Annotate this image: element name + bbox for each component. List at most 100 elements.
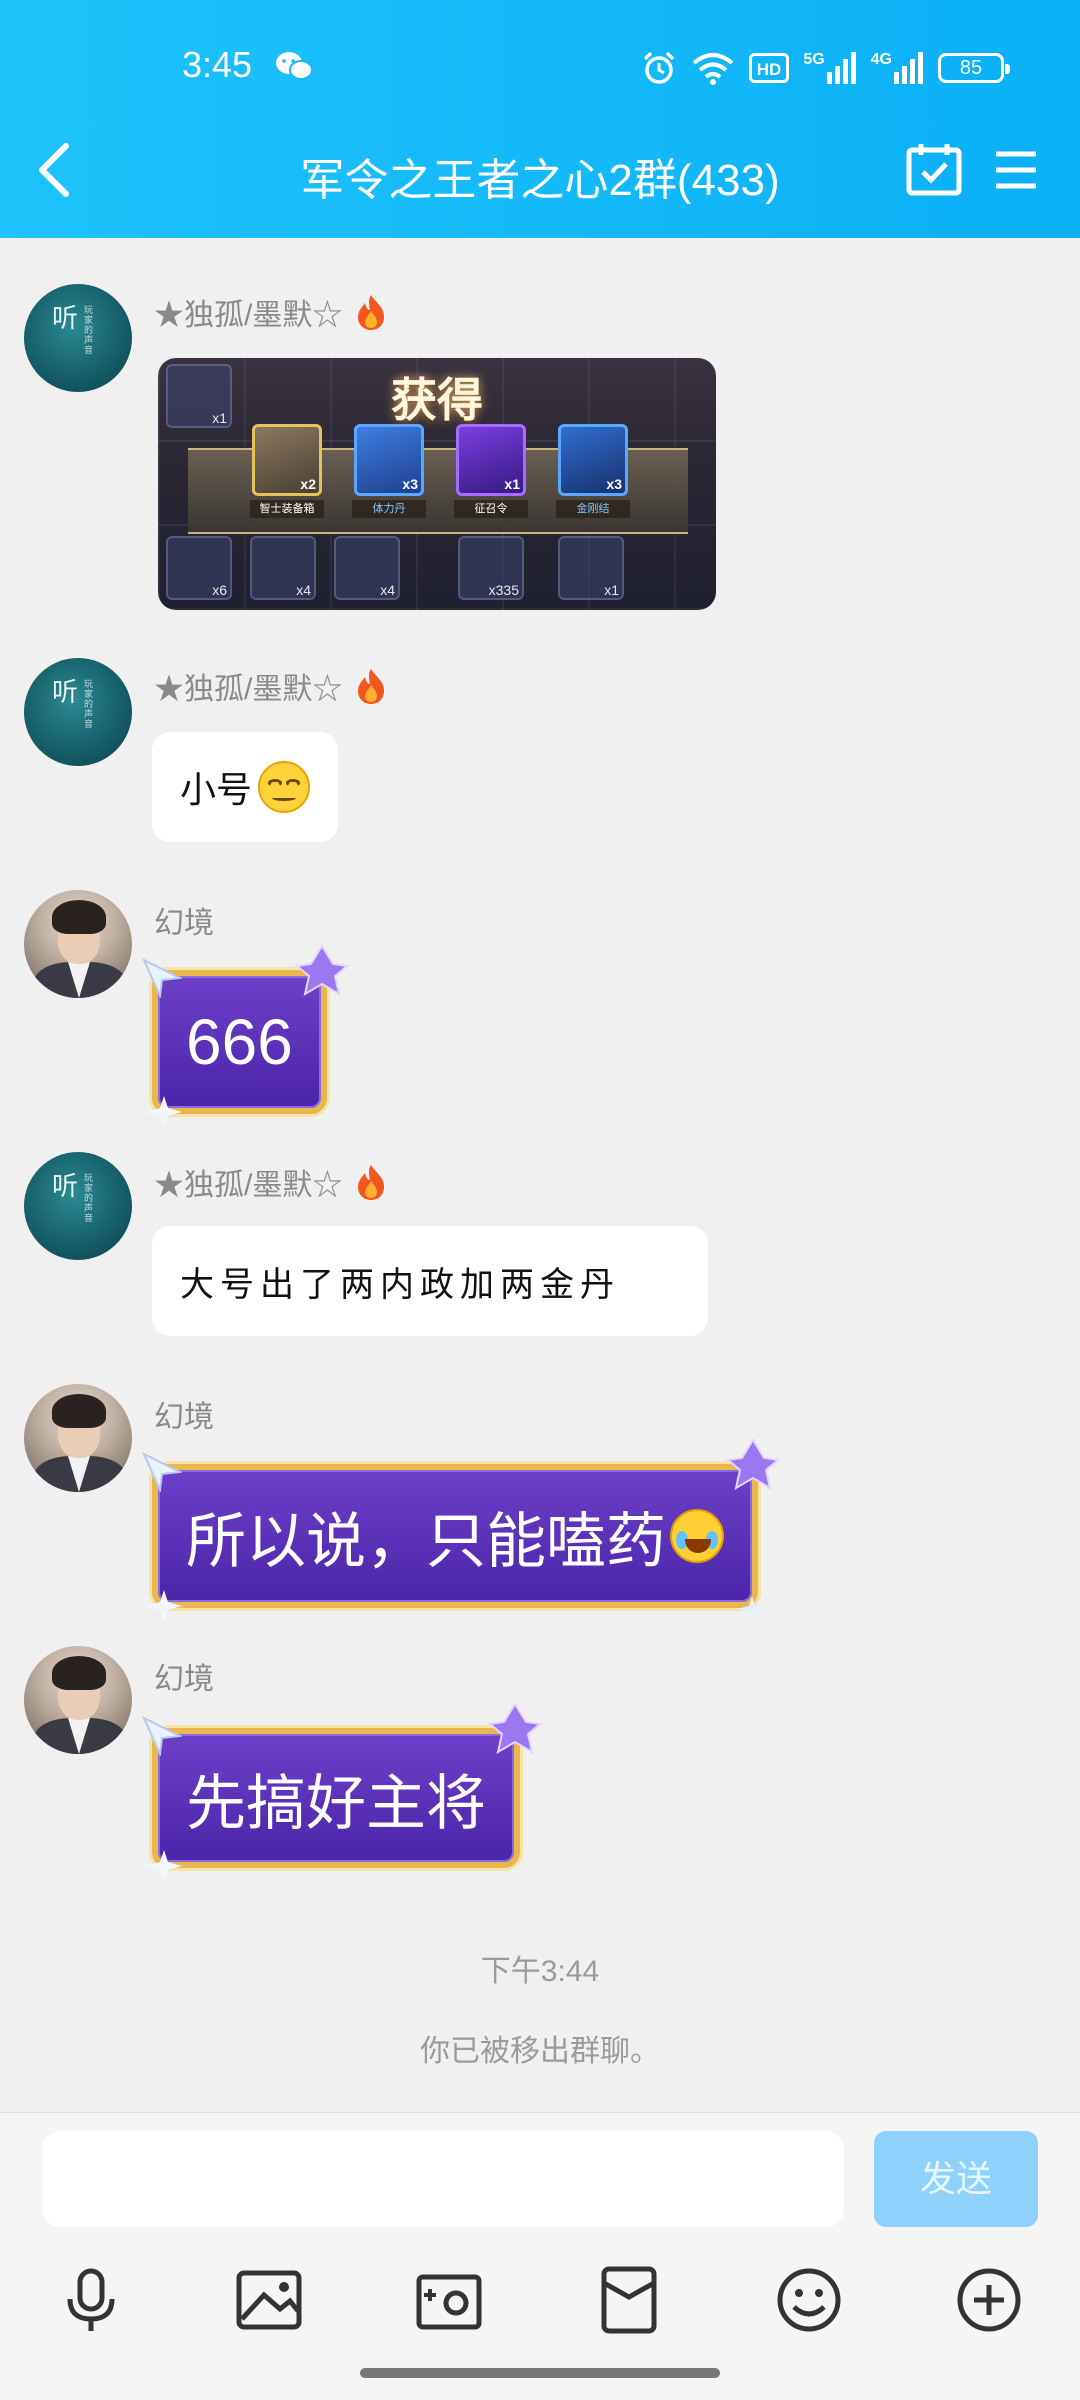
slot-qty: x4 xyxy=(380,582,395,598)
avatar[interactable]: 听 玩家的声音 xyxy=(24,658,132,766)
signal-5g: 5G xyxy=(803,52,856,84)
sender-name: ★独孤/墨默☆ xyxy=(154,290,388,334)
reward-title: 获得 xyxy=(391,373,483,427)
avatar-text: 听 xyxy=(52,1172,79,1202)
sender-label: ★独孤/墨默☆ xyxy=(154,673,343,706)
avatar-hair xyxy=(52,1656,106,1690)
sender-label: 幻境 xyxy=(154,1663,214,1696)
feather-decoration-icon xyxy=(142,1452,182,1492)
inventory-slot: x335 xyxy=(458,536,524,600)
system-notice: 你已被移出群聊。 xyxy=(420,2035,660,2068)
wifi-icon xyxy=(693,53,734,85)
battery-icon: 85 xyxy=(938,53,1010,83)
avatar-hair xyxy=(52,1394,106,1428)
inventory-slot: x4 xyxy=(334,536,400,600)
avatar-text: 听 xyxy=(52,304,79,334)
avatar[interactable]: 听 玩家的声音 xyxy=(24,284,132,392)
signal-icon xyxy=(826,52,856,84)
message-text: 所以说，只能嗑药 xyxy=(186,1507,666,1575)
avatar-hair xyxy=(52,900,106,934)
crystal-decoration-icon xyxy=(725,1438,781,1491)
laughing-emoji-icon xyxy=(670,1509,724,1563)
send-button[interactable]: 发送 xyxy=(874,2131,1038,2227)
system-timestamp: 下午3:44 xyxy=(480,1955,600,1988)
message-text: 小号 xyxy=(180,770,253,811)
slot-qty: x335 xyxy=(488,582,519,598)
sender-label: ★独孤/墨默☆ xyxy=(154,299,343,332)
status-time: 3:45 xyxy=(182,44,253,85)
emoji-icon[interactable] xyxy=(774,2265,844,2335)
camera-icon[interactable] xyxy=(414,2265,484,2335)
sparkle-decoration-icon xyxy=(146,1590,182,1622)
sender-label: ★独孤/墨默☆ xyxy=(154,1169,343,1202)
slot-qty: x4 xyxy=(296,582,311,598)
reward-label: 金刚结 xyxy=(556,500,630,518)
hd-icon: HD xyxy=(749,53,790,83)
signal-4g: 4G xyxy=(871,52,924,84)
message-bubble[interactable]: 所以说，只能嗑药 xyxy=(142,1438,781,1622)
reward-item: x2 xyxy=(252,424,322,496)
reward-item: x3 xyxy=(558,424,628,496)
red-packet-icon[interactable] xyxy=(594,2265,664,2335)
sender-name: 幻境 xyxy=(154,898,214,942)
reward-item: x1 xyxy=(456,424,526,496)
calendar-check-icon[interactable] xyxy=(906,142,962,196)
sender-label: 幻境 xyxy=(154,1401,214,1434)
reward-label: 智士装备箱 xyxy=(250,500,324,518)
avatar[interactable]: 听 玩家的声音 xyxy=(24,1152,132,1260)
signal-icon-2 xyxy=(894,52,923,84)
inventory-slot: x6 xyxy=(166,536,232,600)
emoji-mouth xyxy=(685,1539,711,1553)
message-text: 666 xyxy=(186,1006,293,1078)
slot-qty: x1 xyxy=(604,582,619,598)
reward-item: x3 xyxy=(354,424,424,496)
home-indicator[interactable] xyxy=(360,2368,720,2378)
alarm-icon xyxy=(644,51,675,84)
fire-icon xyxy=(358,1165,385,1200)
status-icons: HD 5G 4G 85 xyxy=(641,44,1010,92)
reward-qty: x3 xyxy=(606,476,622,492)
crystal-decoration-icon xyxy=(487,1702,543,1755)
network-label-4g: 4G xyxy=(870,51,892,68)
crystal-decoration-icon xyxy=(294,944,350,997)
sender-name: ★独孤/墨默☆ xyxy=(154,1160,388,1204)
wechat-icon xyxy=(276,52,313,80)
network-label-5g: 5G xyxy=(803,51,825,68)
avatar-text: 听 xyxy=(52,678,79,708)
message-text: 先搞好主将 xyxy=(186,1769,486,1837)
sparkle-decoration-icon xyxy=(146,1096,182,1128)
message-image[interactable]: x1 x6 x4 x4 x335 x1 获得 x2 智士装备箱 x3 体力丹 x… xyxy=(158,358,716,610)
message-bubble[interactable]: 小号 xyxy=(152,732,339,842)
smirk-emoji-icon xyxy=(258,761,311,813)
reward-label: 征召令 xyxy=(454,500,528,518)
input-bar: 发送 xyxy=(0,2112,1080,2400)
message-input[interactable] xyxy=(42,2131,844,2227)
feather-decoration-icon xyxy=(142,958,182,998)
fire-icon xyxy=(358,669,385,704)
reward-label: 体力丹 xyxy=(352,500,426,518)
sparkle-decoration-icon xyxy=(146,1850,182,1882)
reward-qty: x3 xyxy=(402,476,418,492)
inventory-slot: x1 xyxy=(558,536,624,600)
avatar[interactable] xyxy=(24,1384,132,1492)
svg-text:HD: HD xyxy=(757,60,782,79)
avatar-subtext: 玩家的声音 xyxy=(84,680,94,730)
avatar-subtext: 玩家的声音 xyxy=(84,306,94,356)
feather-decoration-icon xyxy=(142,1716,182,1756)
reward-qty: x2 xyxy=(300,476,316,492)
message-bubble[interactable]: 先搞好主将 xyxy=(142,1702,543,1882)
reward-qty: x1 xyxy=(504,476,520,492)
plus-icon[interactable] xyxy=(954,2265,1024,2335)
image-icon[interactable] xyxy=(234,2265,304,2335)
menu-icon[interactable] xyxy=(994,148,1038,192)
sender-name: 幻境 xyxy=(154,1654,214,1698)
sender-label: 幻境 xyxy=(154,907,214,940)
microphone-icon[interactable] xyxy=(56,2265,126,2335)
message-bubble[interactable]: 大号出了两内政加两金丹 xyxy=(152,1226,708,1336)
avatar-subtext: 玩家的声音 xyxy=(84,1174,94,1224)
inventory-slot: x4 xyxy=(250,536,316,600)
sender-name: 幻境 xyxy=(154,1392,214,1436)
message-bubble[interactable]: 666 xyxy=(142,944,350,1128)
avatar[interactable] xyxy=(24,890,132,998)
avatar[interactable] xyxy=(24,1646,132,1754)
